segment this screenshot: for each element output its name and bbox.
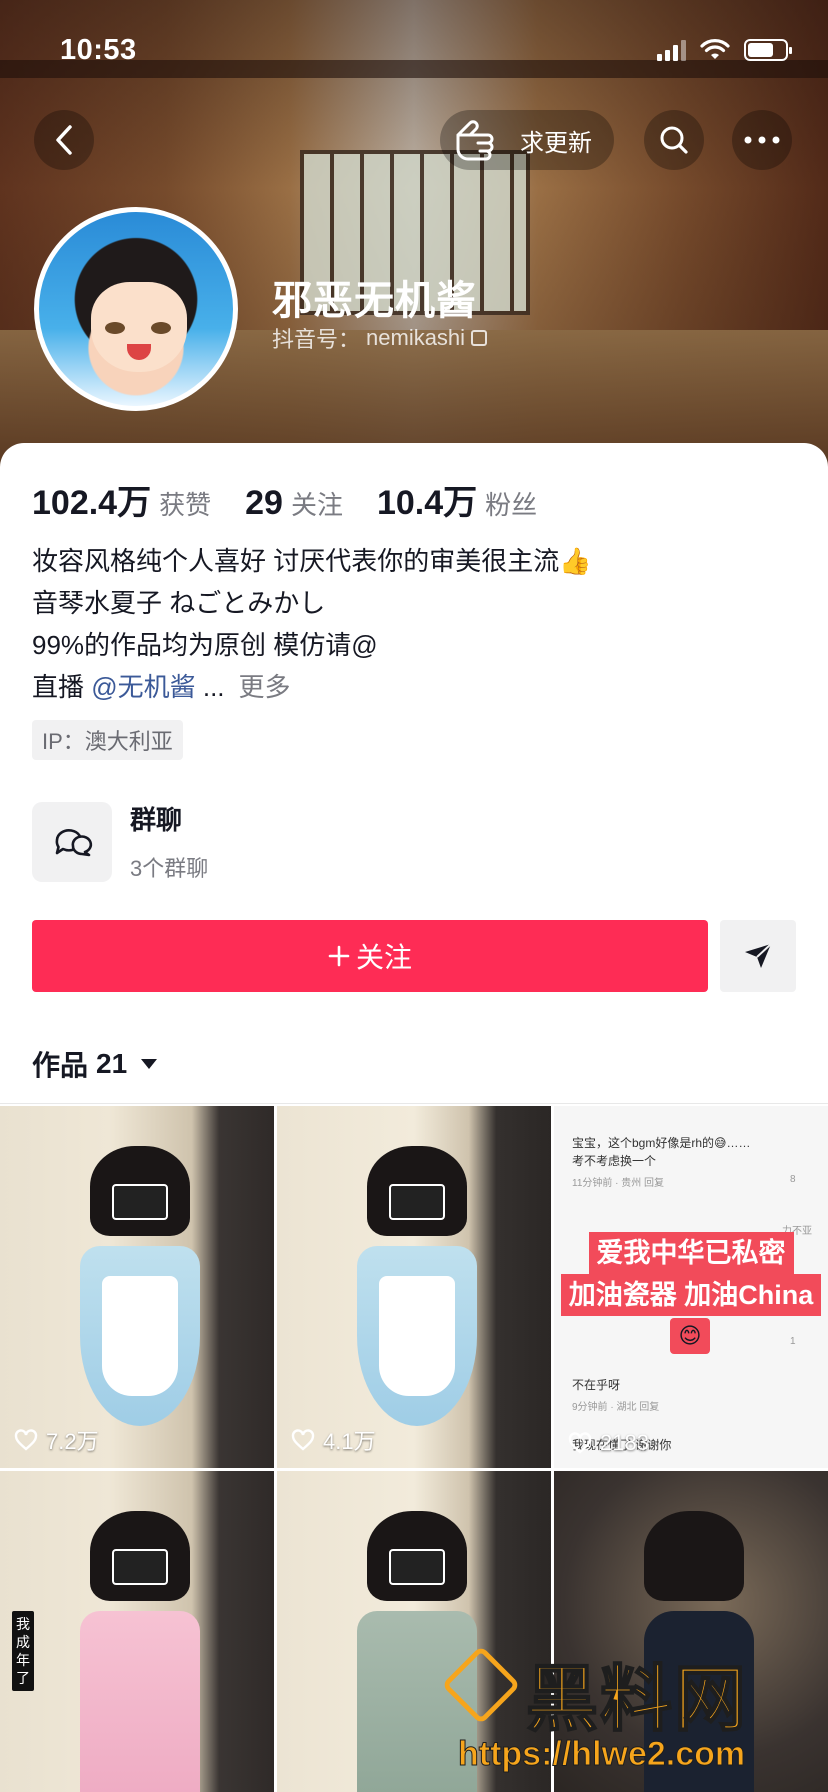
pointing-hand-icon [456,120,494,161]
comment-text: 不在乎呀 [572,1378,621,1392]
watermark-title: 黑料网 [525,1659,749,1741]
search-icon [660,126,688,154]
video-thumbnail[interactable]: 我成年了 [0,1471,274,1792]
overlay-emoji: 😊 [670,1318,710,1354]
bio-prefix: 直播 [32,672,92,702]
comment-meta: 9分钟前 · 湖北 回复 [572,1402,660,1413]
thumb-figure [70,1136,210,1456]
stat-label: 粉丝 [485,490,538,520]
group-chat-title: 群聊 [130,805,183,835]
status-time: 10:53 [60,33,137,66]
more-dots-icon [744,136,780,144]
avatar[interactable] [34,207,238,411]
caret-down-icon [141,1059,158,1069]
comment-likes: 8 [790,1174,796,1185]
thumb-figure [347,1136,487,1456]
stat-label: 获赞 [159,490,212,520]
group-chat-text: 群聊 3个群聊 [130,800,208,883]
works-label: 作品 [32,1050,89,1081]
stat-number: 102.4万 [32,484,152,522]
avatar-eye-left [105,322,125,334]
follow-label: 关注 [355,942,412,973]
watermark-logo-icon [441,1645,521,1725]
heart-icon [14,1429,38,1451]
avatar-face [91,282,187,372]
copy-icon[interactable] [471,330,488,346]
stat-following[interactable]: 29 关注 [245,484,343,523]
video-likes: 4.1万 [291,1424,376,1456]
stat-number: 29 [245,484,283,522]
overlay-banner: 爱我中华已私密 [554,1232,828,1274]
more-button[interactable] [732,110,792,170]
heart-icon [291,1429,315,1451]
ip-location-badge: IP：澳大利亚 [32,720,183,760]
video-likes: 2183 [568,1430,649,1456]
video-likes-count: 4.1万 [323,1429,376,1454]
avatar-eye-right [151,322,171,334]
overlay-banner: 加油瓷器 加油China [554,1274,828,1316]
divider [0,1103,828,1104]
heart-icon [568,1432,592,1454]
video-thumbnail[interactable]: 7.2万 [0,1106,274,1468]
stat-number: 10.4万 [376,484,478,522]
stat-likes[interactable]: 102.4万 获赞 [32,475,211,524]
search-button[interactable] [644,110,704,170]
profile-name: 邪恶无机酱 [272,279,477,323]
status-icons [657,39,792,61]
avatar-mouth [127,344,151,360]
comment-likes: 1 [790,1336,796,1347]
back-button[interactable] [34,110,94,170]
profile-uid[interactable]: 抖音号： nemikashi [272,322,488,354]
group-chat-subtitle: 3个群聊 [130,856,209,881]
works-tab[interactable]: 作品 21 [32,1044,158,1084]
video-thumbnail[interactable]: 4.1万 [277,1106,551,1468]
thumb-figure [70,1501,210,1792]
works-count: 21 [96,1048,128,1079]
bio-line: 妆容风格纯个人喜好 讨厌代表你的审美很主流👍 [32,546,592,576]
video-likes: 7.2万 [14,1424,99,1456]
bio-line: 音琴水夏子 ねごとみかし [32,588,326,618]
battery-icon [744,39,792,61]
bio-line: 直播 @无机酱 ... 更多 [32,666,592,708]
send-icon [745,943,772,968]
video-likes-count: 7.2万 [46,1429,99,1454]
bio-mention-link[interactable]: @无机酱 [91,672,195,702]
comment-meta: 11分钟前 · 贵州 回复 [572,1178,665,1189]
comment-text: 考不考虑换一个 [572,1154,657,1168]
comment-text: 宝宝，这个bgm好像是rh的😅…… [572,1136,751,1150]
stat-followers[interactable]: 10.4万 粉丝 [377,475,537,524]
group-chat-icon [32,801,112,882]
uid-value: nemikashi [366,325,466,350]
bio-line: 99%的作品均为原创 模仿请@ [32,630,378,660]
signal-icon [657,39,686,61]
bio-more-link[interactable]: 更多 [239,672,291,702]
stat-label: 关注 [290,490,343,520]
follow-button[interactable]: 关注 [32,920,708,992]
wifi-icon [700,39,730,59]
profile-stats: 102.4万 获赞 29 关注 10.4万 粉丝 [32,475,571,524]
group-chat-entry[interactable]: 群聊 3个群聊 [32,800,208,883]
profile-bio: 妆容风格纯个人喜好 讨厌代表你的审美很主流👍 音琴水夏子 ねごとみかし 99%的… [32,540,592,708]
status-bar: 10:53 [60,30,792,70]
chevron-left-icon [56,125,72,155]
video-likes-count: 2183 [600,1430,649,1455]
request-update-label: 求更新 [520,129,592,157]
uid-label: 抖音号： [272,327,361,352]
watermark-url: https://hlwe2.com [457,1735,746,1774]
bio-ellipsis: ... [195,672,225,702]
request-update-button[interactable]: 求更新 [440,110,614,170]
plus-icon [328,945,350,967]
share-button[interactable] [720,920,796,992]
video-caption-tag: 我成年了 [12,1611,34,1691]
site-watermark: 黑料网 https://hlwe2.com [440,1640,820,1790]
video-thumbnail[interactable]: 宝宝，这个bgm好像是rh的😅…… 考不考虑换一个 11分钟前 · 贵州 回复 … [554,1106,828,1468]
